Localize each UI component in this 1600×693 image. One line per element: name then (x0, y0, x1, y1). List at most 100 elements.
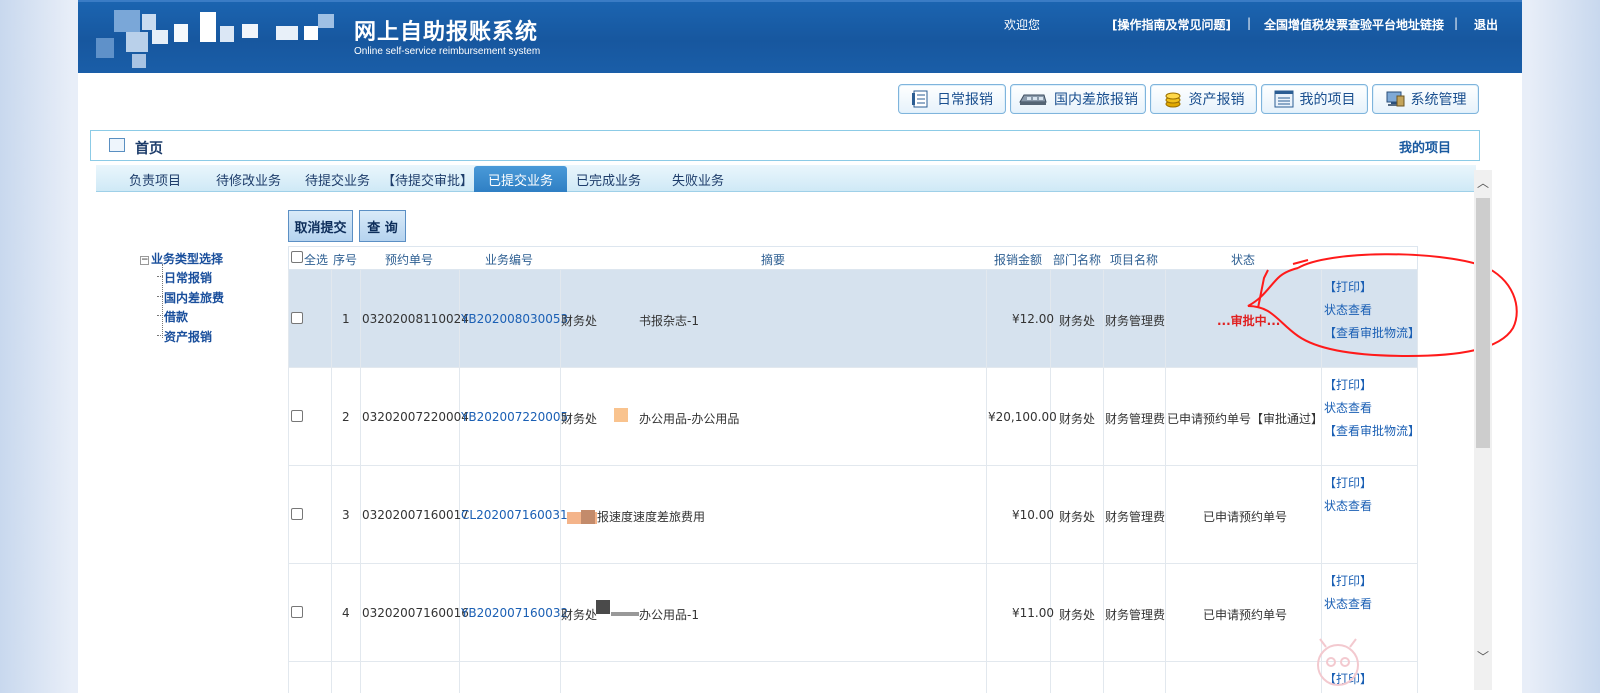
th-project: 项目名称 (1110, 253, 1159, 267)
coins-icon (1163, 90, 1183, 108)
cell-biz-no-link[interactable]: YB202007220005 (461, 410, 568, 424)
cell-appt-no: 03202007220004 (362, 410, 469, 424)
th-summary: 摘要 (761, 253, 786, 267)
status-view-link[interactable]: 状态查看 (1324, 497, 1372, 514)
guide-link[interactable]: [操作指南及常见问题] (1112, 16, 1231, 33)
cell-dept: 财务处 (1059, 412, 1096, 426)
home-page-icon (109, 138, 125, 152)
table-row[interactable]: 2 03202007220004 YB202007220005 财务处 办公用品… (288, 368, 1420, 466)
module-label: 日常报销 (937, 92, 993, 108)
tree-item-daily[interactable]: 日常报销 (156, 269, 212, 286)
collapse-icon[interactable]: − (140, 256, 149, 265)
cell-dept: 财务处 (1059, 510, 1096, 524)
scroll-thumb[interactable] (1476, 198, 1490, 448)
vertical-scrollbar[interactable]: ︿ ﹀ (1474, 170, 1492, 690)
mascot-watermark-icon (1317, 638, 1359, 686)
tree-item-travel[interactable]: 国内差旅费 (156, 289, 224, 306)
computer-icon (1385, 90, 1405, 108)
table-row[interactable]: 4 03202007160016 YB202007160032 财务处 办公用品… (288, 564, 1418, 662)
cell-summary-item: 报速度速度差旅费用 (597, 510, 706, 524)
app-title: 网上自助报账系统 (354, 20, 539, 45)
th-amount: 报销金额 (994, 253, 1043, 267)
tab-pending-modify[interactable]: 待修改业务 (216, 170, 281, 189)
tree-item-loan[interactable]: 借款 (156, 308, 188, 325)
module-button-system[interactable]: 系统管理 (1372, 84, 1479, 114)
cell-amount: ¥10.00 (1012, 508, 1054, 522)
logo-redacted (96, 8, 336, 70)
module-button-projects[interactable]: 我的项目 (1261, 84, 1368, 114)
cancel-submit-button[interactable]: 取消提交 (288, 210, 353, 242)
module-label: 我的项目 (1299, 92, 1356, 108)
cell-summary-dept: 财务处 (561, 412, 598, 426)
redaction-block (614, 408, 628, 422)
th-dept: 部门名称 (1053, 253, 1102, 267)
tab-bar: 负责项目 待修改业务 待提交业务 【待提交审批】 已提交业务 已完成业务 失败业… (96, 165, 1476, 192)
status-view-link[interactable]: 状态查看 (1324, 399, 1372, 416)
cell-biz-no-link[interactable]: YB202007160032 (461, 606, 568, 620)
module-button-asset[interactable]: 资产报销 (1150, 84, 1257, 114)
logout-link[interactable]: 退出 (1474, 16, 1498, 33)
tab-failed[interactable]: 失败业务 (672, 170, 724, 189)
tab-completed[interactable]: 已完成业务 (576, 170, 641, 189)
list-window-icon (1274, 90, 1294, 108)
cell-project: 财务管理费 (1105, 314, 1166, 328)
cell-amount: ¥20,100.00 (988, 410, 1057, 424)
tab-pending-submit[interactable]: 待提交业务 (305, 170, 370, 189)
cell-biz-no-link[interactable]: CL202007160031 (461, 508, 568, 522)
train-icon (1018, 90, 1048, 108)
cell-status: 已申请预约单号 (1203, 510, 1288, 524)
module-button-travel[interactable]: 国内差旅报销 (1010, 84, 1146, 114)
cell-project: 财务管理费 (1105, 608, 1166, 622)
th-biz-no: 业务编号 (485, 253, 534, 267)
cell-summary-item: 办公用品-1 (639, 608, 699, 622)
tab-pending-approval[interactable]: 【待提交审批】 (382, 170, 473, 189)
row-checkbox[interactable] (291, 606, 303, 618)
print-link[interactable]: 【打印】 (1324, 572, 1372, 589)
query-button[interactable]: 查 询 (359, 210, 406, 242)
redaction-block (581, 510, 595, 524)
app-header: 网上自助报账系统 Online self-service reimburseme… (78, 0, 1522, 73)
module-button-daily[interactable]: 日常报销 (898, 84, 1006, 114)
row-checkbox[interactable] (291, 508, 303, 520)
table-row[interactable]: 【打印】 (288, 662, 1418, 693)
cell-dept: 财务处 (1059, 314, 1096, 328)
cell-project: 财务管理费 (1105, 510, 1166, 524)
cell-seq: 4 (342, 606, 350, 620)
cell-biz-no-link[interactable]: YB202008030053 (461, 312, 568, 326)
tree-item-asset[interactable]: 资产报销 (156, 328, 212, 345)
print-link[interactable]: 【打印】 (1324, 474, 1372, 491)
module-label: 资产报销 (1188, 92, 1245, 108)
breadcrumb: 首页 我的项目 (90, 130, 1480, 161)
cell-seq: 2 (342, 410, 350, 424)
cell-summary-dept: 财务处 (561, 314, 598, 328)
row-checkbox[interactable] (291, 410, 303, 422)
breadcrumb-current: 我的项目 (1398, 141, 1451, 156)
cell-status: 已申请预约单号【审批通过】 (1167, 412, 1324, 426)
cell-status: 已申请预约单号 (1203, 608, 1288, 622)
row-checkbox[interactable] (291, 312, 303, 324)
scroll-up-arrow-icon[interactable]: ︿ (1476, 174, 1490, 190)
cell-summary-item: 书报杂志-1 (639, 314, 699, 328)
redaction-block (596, 600, 610, 614)
cell-seq: 1 (342, 312, 350, 326)
breadcrumb-home[interactable]: 首页 (135, 138, 163, 158)
scroll-down-arrow-icon[interactable]: ﹀ (1476, 648, 1490, 664)
link-separator: | (1454, 16, 1459, 30)
th-seq: 序号 (333, 253, 358, 267)
tree-root[interactable]: − 业务类型选择 (140, 250, 223, 267)
cell-appt-no: 03202007160017 (362, 508, 469, 522)
cell-amount: ¥12.00 (1012, 312, 1054, 326)
table-row[interactable]: 3 03202007160017 CL202007160031 报速度速度差旅费… (288, 466, 1418, 564)
cell-summary-item: 办公用品-办公用品 (639, 412, 740, 426)
notebook-icon (911, 90, 931, 108)
tab-submitted[interactable]: 已提交业务 (474, 166, 568, 192)
invoice-check-link[interactable]: 全国增值税发票查验平台地址链接 (1264, 16, 1444, 33)
status-view-link[interactable]: 状态查看 (1324, 595, 1372, 612)
approval-logistics-link[interactable]: 【查看审批物流】 (1324, 422, 1420, 439)
cell-appt-no: 03202007160016 (362, 606, 469, 620)
print-link[interactable]: 【打印】 (1324, 376, 1372, 393)
tab-responsible-projects[interactable]: 负责项目 (129, 170, 181, 189)
redaction-block (611, 612, 639, 616)
select-all-checkbox[interactable] (291, 251, 303, 263)
cell-project: 财务管理费 (1105, 412, 1166, 426)
